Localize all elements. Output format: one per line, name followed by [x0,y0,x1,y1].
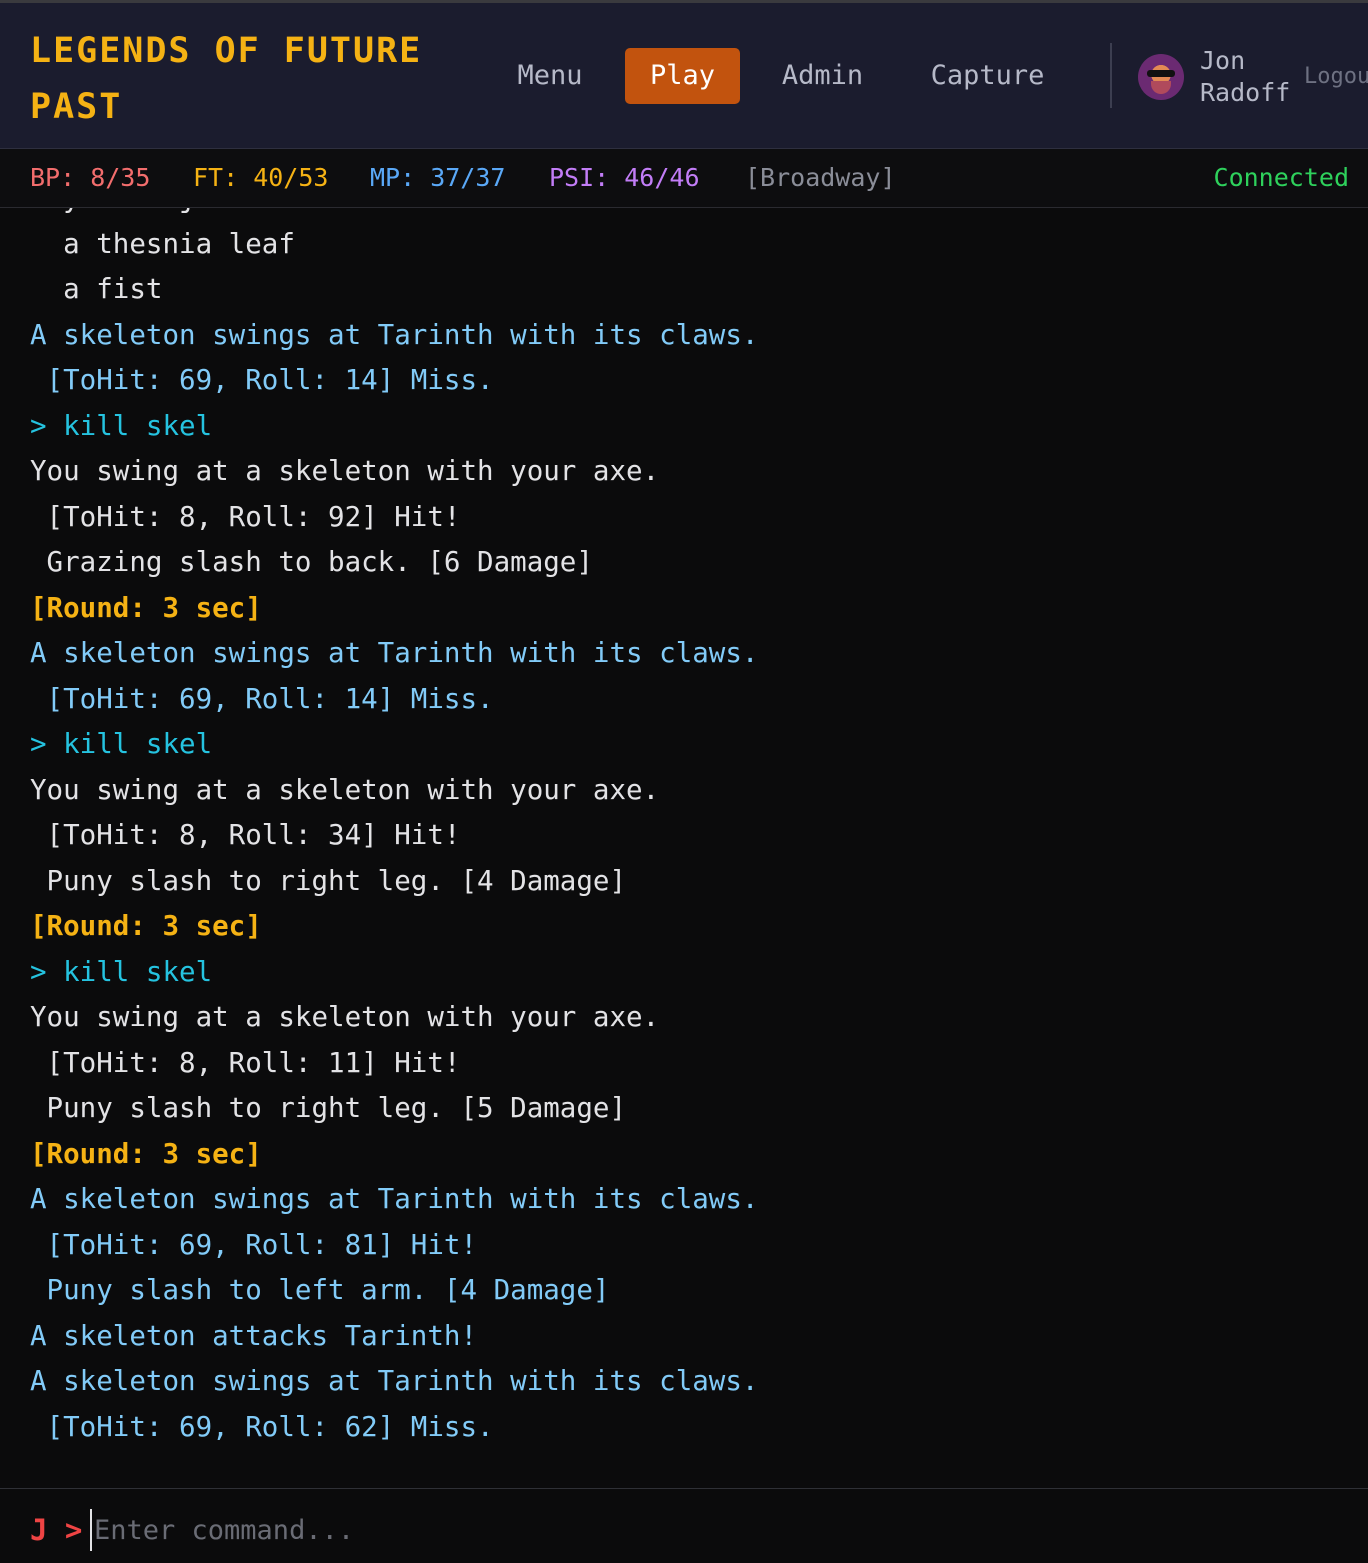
log-line: [ToHit: 69, Roll: 14] Miss. [30,364,494,396]
avatar-beard [1151,81,1171,94]
command-bar: J > [0,1488,1368,1563]
log-line: A skeleton swings at Tarinth with its cl… [30,1183,759,1215]
command-input[interactable] [90,1509,1336,1551]
nav-capture[interactable]: Capture [915,48,1060,104]
game-title: LEGENDS OF FUTURE PAST [30,31,423,127]
log-line: a thesnia leaf [30,227,295,260]
log-line: [ToHit: 8, Roll: 11] Hit! [30,1046,461,1079]
log-line: [Round: 3 sec] [30,910,262,942]
app-header: LEGENDS OF FUTURE PAST Menu Play Admin C… [0,3,1368,149]
log-line: > kill skel [30,728,213,760]
output-log: your object a thesnia leaf a fist A skele… [30,208,1368,1450]
log-line: [ToHit: 8, Roll: 34] Hit! [30,819,461,851]
user-name: Jon Radoff [1200,46,1291,107]
stat-mp: MP: 37/37 [370,163,506,192]
log-line: [Round: 3 sec] [30,591,262,624]
stat-ft: FT: 40/53 [193,163,329,192]
logout-button[interactable]: Logou [1304,61,1368,93]
log-line: Grazing slash to back. [6 Damage] [30,546,593,578]
log-line: > kill skel [30,409,213,442]
log-line: Puny slash to right leg. [4 Damage] [30,864,627,897]
log-line: A skeleton swings at Tarinth with its cl… [30,1365,759,1397]
log-line: your object [30,208,1368,222]
log-line: [ToHit: 8, Roll: 92] Hit! [30,500,461,533]
stat-psi: PSI: 46/46 [549,163,700,192]
stat-bp: BP: 8/35 [30,163,151,192]
log-line: You swing at a skeleton with your axe. [30,1001,660,1033]
log-line: [Round: 3 sec] [30,1137,262,1170]
log-line: Puny slash to left arm. [4 Damage] [30,1274,610,1306]
user-avatar[interactable] [1138,54,1184,100]
room-name: [Broadway] [745,163,896,192]
nav-play[interactable]: Play [625,48,740,104]
command-prompt: J > [30,1513,83,1547]
log-line: a fist [30,273,163,305]
nav-menu[interactable]: Menu [500,48,600,104]
status-bar: BP: 8/35 FT: 40/53 MP: 37/37 PSI: 46/46 … [0,149,1368,208]
log-line: [ToHit: 69, Roll: 62] Miss. [30,1410,494,1443]
log-line: [ToHit: 69, Roll: 14] Miss. [30,682,494,715]
log-line: > kill skel [30,955,213,988]
log-line: [ToHit: 69, Roll: 81] Hit! [30,1228,478,1261]
game-output[interactable]: your object a thesnia leaf a fist A skele… [0,208,1368,1488]
log-line: You swing at a skeleton with your axe. [30,455,660,487]
log-line: A skeleton swings at Tarinth with its cl… [30,318,759,351]
log-line: Puny slash to right leg. [5 Damage] [30,1092,627,1124]
nav-divider [1110,43,1112,108]
nav-admin[interactable]: Admin [765,48,880,104]
avatar-glasses [1147,70,1175,77]
log-line: A skeleton swings at Tarinth with its cl… [30,637,759,669]
log-line: A skeleton attacks Tarinth! [30,1319,478,1352]
log-line: You swing at a skeleton with your axe. [30,773,660,806]
connection-status: Connected [1213,163,1349,192]
